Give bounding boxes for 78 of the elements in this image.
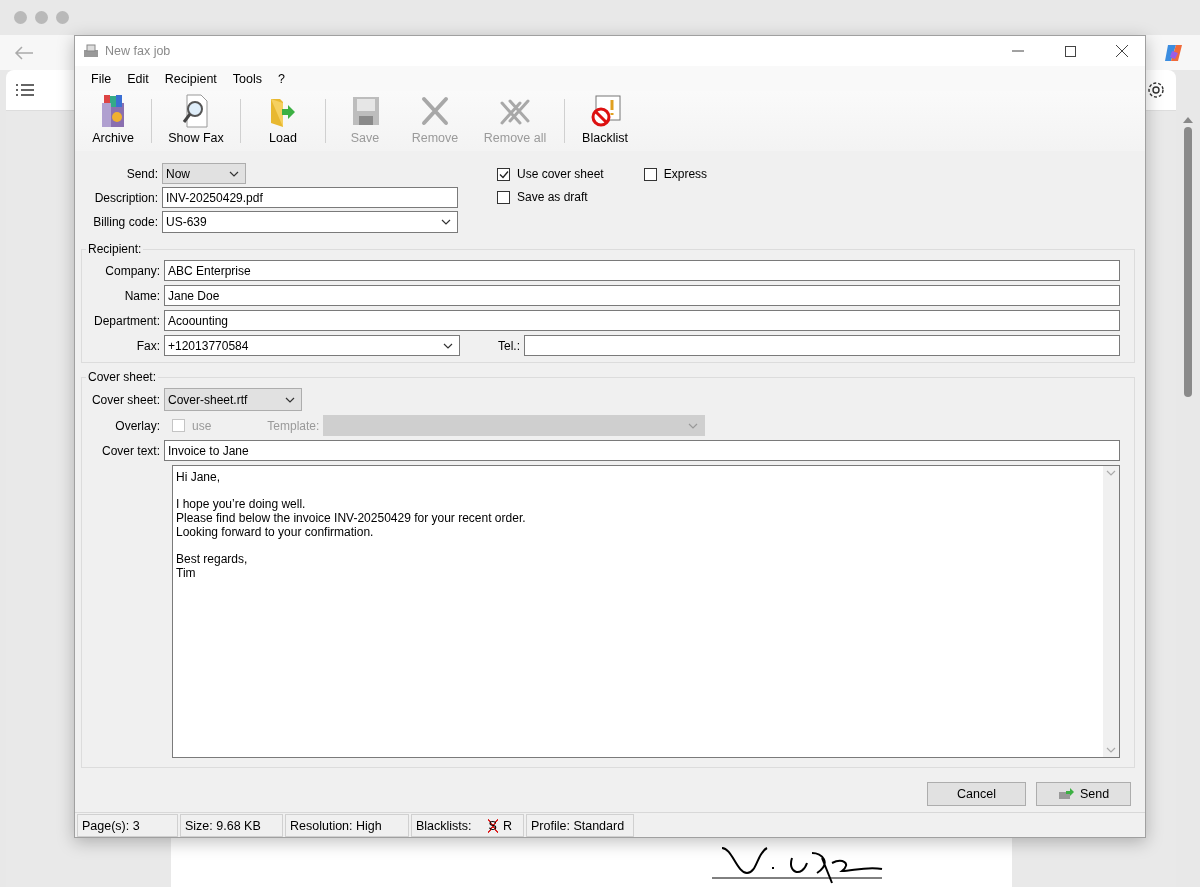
checkbox-label: Use cover sheet	[517, 167, 604, 181]
window-title: New fax job	[105, 44, 172, 58]
field-label: Name:	[123, 288, 160, 303]
status-pages: Page(s): 3	[77, 814, 178, 837]
fax-select[interactable]: +12013770584	[164, 335, 460, 356]
field-label: Company:	[104, 263, 160, 278]
toolbar-button[interactable]: Blacklist	[569, 91, 641, 151]
toolbar-button[interactable]: Load	[245, 91, 321, 151]
menu-item[interactable]: Edit	[119, 69, 157, 88]
status-resolution: Resolution: High	[285, 814, 409, 837]
list-icon[interactable]	[16, 84, 34, 96]
maximize-icon	[1064, 45, 1076, 57]
field-label: Template:	[266, 418, 320, 433]
message-line: I hope you’re doing well.	[176, 497, 307, 511]
text-field[interactable]: Jane Doe	[164, 285, 1120, 306]
field-label: Cover sheet:	[90, 392, 160, 407]
minimize-icon	[1012, 50, 1024, 52]
blacklist-letter: R	[501, 818, 513, 833]
menu-item[interactable]: ?	[270, 69, 293, 88]
description-field[interactable]: INV-20250429.pdf	[162, 187, 458, 208]
caret-icon	[441, 219, 451, 225]
cancel-button[interactable]: Cancel	[927, 782, 1026, 806]
fax-arrow-icon	[1057, 788, 1074, 800]
field-label: Cover text:	[100, 443, 160, 458]
checkbox[interactable]	[497, 167, 510, 181]
field-label: Send:	[125, 166, 158, 181]
fax-machine-icon	[83, 44, 99, 58]
message-line: Tim	[176, 566, 197, 580]
menu-item[interactable]: Recipient	[156, 69, 225, 88]
window-dot[interactable]	[35, 11, 48, 24]
menu-item[interactable]: File	[83, 69, 120, 88]
toolbar-button[interactable]: Archive	[79, 91, 147, 151]
billing-code-select[interactable]: US-639	[162, 211, 458, 233]
window-dot[interactable]	[56, 11, 69, 24]
status-size: Size: 9.68 KB	[180, 814, 283, 837]
caret-icon	[1106, 747, 1116, 753]
text-field[interactable]: ABC Enterprise	[164, 260, 1120, 281]
back-arrow-icon[interactable]	[14, 45, 34, 60]
field-label: Billing code:	[92, 215, 158, 229]
caret-icon	[285, 396, 295, 403]
cover-text-field[interactable]: Invoice to Jane	[164, 440, 1120, 461]
menu-item[interactable]: Tools	[224, 69, 270, 88]
status-label: Blacklists:	[416, 818, 472, 833]
message-line: Hi Jane,	[176, 470, 222, 484]
field-label: Tel.:	[497, 338, 520, 353]
message-field[interactable]: Hi Jane, I hope you’re doing well. Please find below the invoice INV-20250429 for your recent order. Looking forward to your confirmation. Best regards, Tim	[172, 465, 1120, 758]
caret-icon	[1106, 470, 1116, 476]
magnifier-document-icon	[181, 93, 211, 129]
toolbar-button[interactable]: Show Fax	[156, 91, 236, 151]
send-button[interactable]: Send	[1036, 782, 1131, 806]
checkbox-label: Express	[663, 167, 708, 181]
cover-sheet-select[interactable]: Cover-sheet.rtf	[164, 388, 302, 411]
checkbox[interactable]	[643, 167, 657, 181]
archive-box-icon	[99, 93, 127, 129]
checkbox-label: Save as draft	[517, 190, 588, 204]
close-icon	[1116, 45, 1128, 57]
caret-icon	[229, 170, 239, 177]
text-field[interactable]: Acoounting	[164, 310, 1120, 331]
field-label: Overlay:	[114, 418, 160, 433]
group-title: Recipient:	[86, 242, 144, 256]
checkbox-label: use	[192, 418, 212, 433]
caret-icon	[688, 422, 699, 429]
message-line: Looking forward to your confirmation.	[176, 525, 375, 539]
checkbox[interactable]	[497, 190, 510, 204]
group-title: Cover sheet:	[86, 370, 159, 384]
message-line: Please find below the invoice INV-20250429 for your recent order.	[176, 511, 527, 525]
tel-field[interactable]	[524, 335, 1120, 356]
field-label: Department:	[92, 313, 160, 328]
field-label: Description:	[93, 190, 158, 205]
scroll-up-icon[interactable]	[1183, 117, 1193, 123]
send-select[interactable]: Now	[162, 163, 246, 184]
window-dot[interactable]	[14, 11, 27, 24]
scrollbar-thumb[interactable]	[1184, 127, 1192, 397]
status-profile: Profile: Standard	[526, 814, 634, 837]
settings-icon[interactable]	[1146, 80, 1166, 100]
field-label: Fax:	[135, 338, 160, 353]
caret-icon	[443, 342, 453, 349]
message-line: Best regards,	[176, 552, 249, 566]
